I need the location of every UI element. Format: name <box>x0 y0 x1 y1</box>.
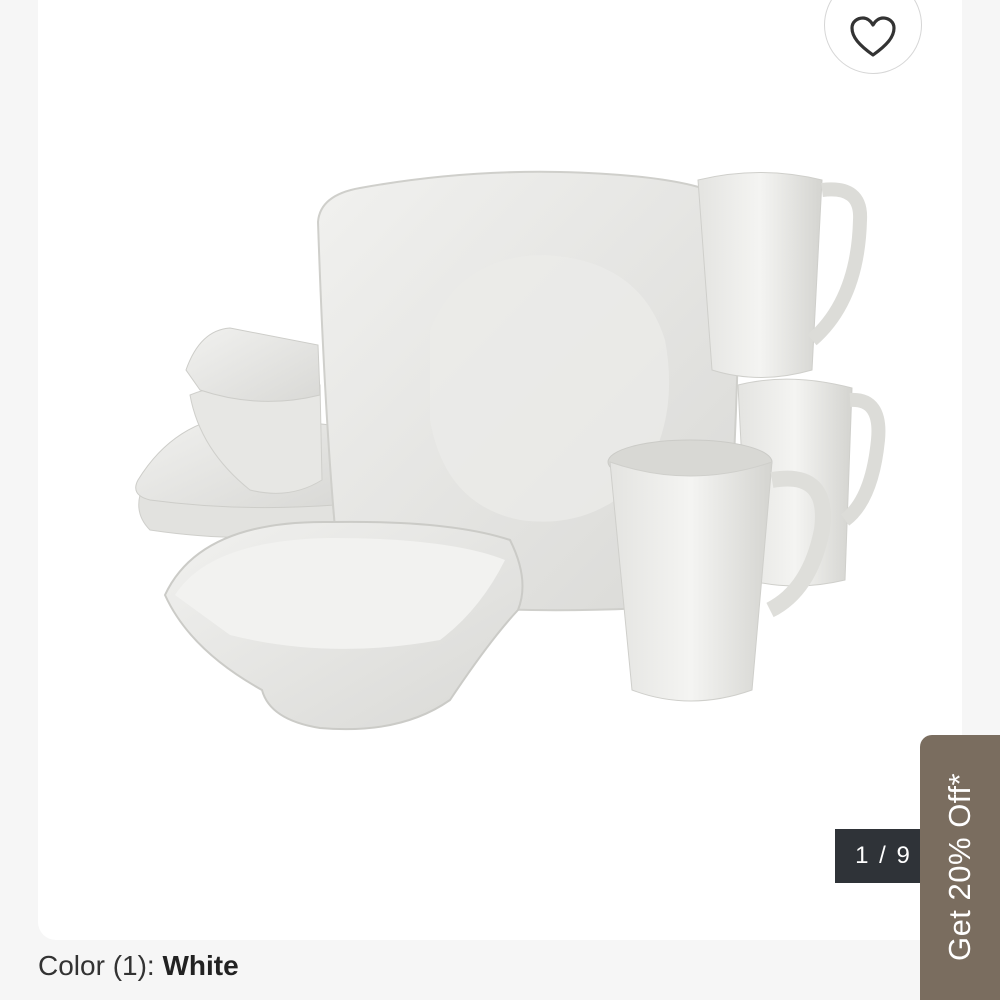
promo-label: Get 20% Off* <box>942 772 977 962</box>
promo-tab[interactable]: Get 20% Off* <box>920 735 1000 1000</box>
image-counter: 1 / 9 <box>835 829 920 883</box>
product-image <box>135 170 886 731</box>
front-bowl <box>163 520 524 731</box>
heart-icon <box>850 16 896 57</box>
color-value: White <box>162 950 239 981</box>
color-label: Color (1): <box>38 950 163 981</box>
color-selector-label: Color (1): White <box>38 950 239 982</box>
